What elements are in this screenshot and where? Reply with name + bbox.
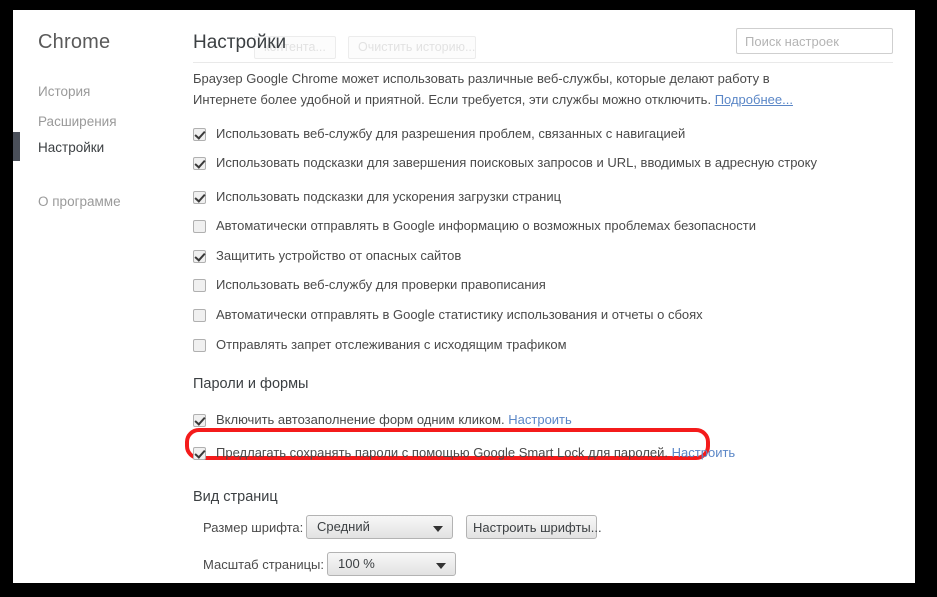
search-settings-input[interactable] bbox=[736, 28, 893, 54]
sidebar-item-extensions[interactable]: Расширения bbox=[38, 114, 117, 129]
font-size-dropdown[interactable]: Средний bbox=[306, 515, 453, 539]
privacy-intro-text: Браузер Google Chrome может использовать… bbox=[193, 68, 813, 110]
page-title: Настройки bbox=[193, 32, 287, 53]
ghost-button-clear-history: Очистить историю... bbox=[348, 36, 476, 59]
chevron-down-icon bbox=[433, 526, 443, 532]
password-checkbox-label: Включить автозаполнение форм одним клико… bbox=[216, 412, 572, 427]
checkbox-unchecked-icon[interactable] bbox=[193, 278, 206, 292]
customize-fonts-button[interactable]: Настроить шрифты... bbox=[466, 515, 602, 539]
privacy-checkbox-label: Использовать веб-службу для проверки пра… bbox=[216, 277, 546, 292]
privacy-checkbox-label: Использовать веб-службу для разрешения п… bbox=[216, 126, 686, 141]
password-checkbox-label: Предлагать сохранять пароли с помощью Go… bbox=[216, 445, 736, 460]
checkbox-checked-icon[interactable] bbox=[193, 413, 206, 427]
checkbox-checked-icon[interactable] bbox=[193, 156, 206, 170]
sidebar-item-history[interactable]: История bbox=[38, 84, 90, 99]
page-zoom-dropdown-value: 100 % bbox=[338, 556, 375, 571]
privacy-checkbox-row[interactable]: Использовать веб-службу для проверки пра… bbox=[193, 276, 546, 294]
main-content: контента... Очистить историю... Настройк… bbox=[178, 10, 915, 583]
checkbox-checked-icon[interactable] bbox=[193, 127, 206, 141]
privacy-checkbox-row[interactable]: Автоматически отправлять в Google информ… bbox=[193, 217, 756, 235]
checkbox-checked-icon[interactable] bbox=[193, 446, 206, 460]
privacy-checkbox-row[interactable]: Отправлять запрет отслеживания с исходящ… bbox=[193, 336, 567, 354]
font-size-label: Размер шрифта: bbox=[203, 520, 304, 535]
checkbox-checked-icon[interactable] bbox=[193, 249, 206, 263]
password-checkbox-row[interactable]: Включить автозаполнение форм одним клико… bbox=[193, 411, 572, 429]
section-heading-passwords: Пароли и формы bbox=[193, 376, 309, 392]
page-zoom-label: Масштаб страницы: bbox=[203, 557, 324, 572]
privacy-checkbox-row[interactable]: Использовать веб-службу для разрешения п… bbox=[193, 125, 685, 143]
page-zoom-dropdown[interactable]: 100 % bbox=[327, 552, 456, 576]
checkbox-unchecked-icon[interactable] bbox=[193, 308, 206, 322]
privacy-checkbox-row[interactable]: Защитить устройство от опасных сайтов bbox=[193, 247, 461, 265]
privacy-checkbox-label: Автоматически отправлять в Google статис… bbox=[216, 307, 703, 322]
privacy-checkbox-label: Использовать подсказки для завершения по… bbox=[216, 155, 817, 170]
privacy-intro-body: Браузер Google Chrome может использовать… bbox=[193, 71, 770, 107]
privacy-checkbox-row[interactable]: Использовать подсказки для ускорения заг… bbox=[193, 188, 561, 206]
font-size-dropdown-value: Средний bbox=[317, 519, 370, 534]
sidebar-item-settings[interactable]: Настройки bbox=[38, 140, 104, 155]
privacy-checkbox-label: Защитить устройство от опасных сайтов bbox=[216, 248, 462, 263]
sidebar-active-indicator bbox=[13, 132, 20, 161]
checkbox-unchecked-icon[interactable] bbox=[193, 338, 206, 352]
privacy-checkbox-label: Использовать подсказки для ускорения заг… bbox=[216, 189, 562, 204]
sidebar-item-about[interactable]: О программе bbox=[38, 194, 121, 209]
privacy-checkbox-label: Отправлять запрет отслеживания с исходящ… bbox=[216, 337, 567, 352]
privacy-checkbox-row[interactable]: Использовать подсказки для завершения по… bbox=[193, 154, 817, 172]
privacy-checkbox-label: Автоматически отправлять в Google информ… bbox=[216, 218, 756, 233]
privacy-checkbox-row[interactable]: Автоматически отправлять в Google статис… bbox=[193, 306, 703, 324]
section-heading-appearance: Вид страниц bbox=[193, 489, 278, 505]
sidebar-brand: Chrome bbox=[38, 31, 111, 53]
configure-link[interactable]: Настроить bbox=[508, 412, 572, 427]
checkbox-unchecked-icon[interactable] bbox=[193, 219, 206, 233]
configure-link[interactable]: Настроить bbox=[672, 445, 736, 460]
chrome-settings-page: Chrome История Расширения Настройки О пр… bbox=[13, 10, 915, 583]
password-checkbox-row[interactable]: Предлагать сохранять пароли с помощью Go… bbox=[193, 444, 735, 462]
learn-more-link[interactable]: Подробнее... bbox=[715, 92, 793, 107]
window-frame: Chrome История Расширения Настройки О пр… bbox=[0, 0, 937, 597]
checkbox-checked-icon[interactable] bbox=[193, 190, 206, 204]
sidebar: Chrome История Расширения Настройки О пр… bbox=[13, 10, 178, 583]
chevron-down-icon bbox=[436, 563, 446, 569]
header-divider bbox=[193, 62, 893, 63]
